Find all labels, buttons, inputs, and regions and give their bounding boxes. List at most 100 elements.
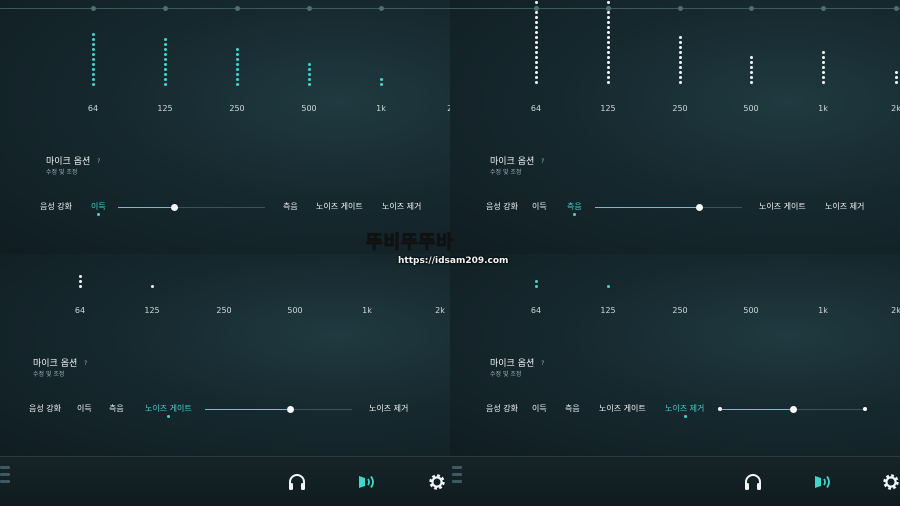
eq-level-bar <box>535 1 538 86</box>
mode-noise-removal[interactable]: 노이즈 제거 <box>382 201 421 212</box>
level-slider-knob[interactable] <box>789 406 797 413</box>
frequency-label: 2k <box>435 306 445 315</box>
frequency-label: 64 <box>74 306 86 315</box>
eq-level-bar <box>607 285 610 290</box>
mode-sidetone[interactable]: 측음 <box>565 403 580 414</box>
eq-level-bar <box>92 33 95 88</box>
mode-noise-removal[interactable]: 노이즈 제거 <box>369 403 408 414</box>
watermark: 뚜비뚜뚜바 https://idsam209.com <box>360 228 540 276</box>
mode-noise-gate[interactable]: 노이즈 게이트 <box>145 403 192 418</box>
frequency-label: 2k <box>891 306 900 315</box>
headphones-icon[interactable] <box>286 471 308 493</box>
menu-handle-icon[interactable] <box>452 466 462 487</box>
frequency-label: 125 <box>144 306 160 315</box>
mode-voice-enhance[interactable]: 음성 강화 <box>486 201 518 212</box>
eq-level-bar <box>679 36 682 86</box>
microphone-waves-icon[interactable] <box>356 471 378 493</box>
mode-sidetone[interactable]: 측음 <box>109 403 124 414</box>
eq-band-marker <box>678 6 683 11</box>
frequency-label: 1k <box>818 104 828 113</box>
mic-options-title: 마이크 옵션? <box>46 154 103 167</box>
mode-voice-enhance[interactable]: 음성 강화 <box>486 403 518 414</box>
help-icon[interactable]: ? <box>81 359 90 368</box>
frequency-label: 2k <box>891 104 900 113</box>
mic-options-title: 마이크 옵션? <box>490 356 547 369</box>
mode-sidetone[interactable]: 측음 <box>283 201 298 212</box>
mode-gain[interactable]: 이득 <box>77 403 92 414</box>
level-slider-fill <box>595 207 700 208</box>
help-icon[interactable]: ? <box>538 359 547 368</box>
level-slider-fill <box>118 207 174 208</box>
help-icon[interactable]: ? <box>94 157 103 166</box>
eq-band-marker <box>307 6 312 11</box>
mode-sidetone[interactable]: 측음 <box>567 201 582 216</box>
eq-band-marker <box>821 6 826 11</box>
eq-level-bar <box>308 63 311 88</box>
frequency-label: 64 <box>87 104 99 113</box>
mic-options-title: 마이크 옵션? <box>33 356 90 369</box>
microphone-waves-icon[interactable] <box>812 471 834 493</box>
eq-level-bar <box>164 38 167 88</box>
eq-band-marker <box>91 6 96 11</box>
frequency-label: 500 <box>743 104 759 113</box>
eq-level-bar <box>822 51 825 86</box>
active-indicator <box>167 415 171 418</box>
eq-level-bar <box>380 78 383 88</box>
level-slider-knob[interactable] <box>287 406 295 413</box>
mic-options-subtitle: 수정 및 조정 <box>490 371 522 378</box>
bottom-nav-bar <box>0 456 900 506</box>
eq-band-marker <box>379 6 384 11</box>
frequency-label: 500 <box>743 306 759 315</box>
eq-band-marker <box>749 6 754 11</box>
eq-level-bar <box>750 56 753 86</box>
menu-handle-icon[interactable] <box>0 466 10 487</box>
mode-noise-removal[interactable]: 노이즈 제거 <box>825 201 864 212</box>
frequency-label: 500 <box>301 104 317 113</box>
active-indicator <box>683 415 687 418</box>
panel-sidetone: 64 125 250 500 1k 2k 마이크 옵션? 수정 및 조정 음성 강화 이득 측… <box>450 0 900 254</box>
mode-noise-gate[interactable]: 노이즈 게이트 <box>316 201 363 212</box>
eq-level-bar <box>535 280 538 290</box>
gear-icon[interactable] <box>426 471 448 493</box>
watermark-logo: 뚜비뚜뚜바 <box>366 232 454 254</box>
level-slider-knob[interactable] <box>170 204 178 211</box>
mic-options-subtitle: 수정 및 조정 <box>33 371 65 378</box>
frequency-label: 1k <box>376 104 386 113</box>
eq-top-line <box>450 8 900 9</box>
active-indicator <box>573 213 577 216</box>
mode-noise-gate[interactable]: 노이즈 게이트 <box>599 403 646 414</box>
gear-icon[interactable] <box>880 471 900 493</box>
frequency-label: 250 <box>229 104 245 113</box>
mode-gain[interactable]: 이득 <box>532 403 547 414</box>
help-icon[interactable]: ? <box>538 157 547 166</box>
eq-level-bar <box>895 71 898 86</box>
eq-level-bar <box>151 285 154 290</box>
headphones-icon[interactable] <box>742 471 764 493</box>
frequency-label: 125 <box>600 306 616 315</box>
frequency-label: 250 <box>216 306 232 315</box>
mode-gain[interactable]: 이득 <box>532 201 547 212</box>
slider-endpoint <box>718 407 722 411</box>
level-slider-knob[interactable] <box>696 204 704 211</box>
mic-options-title: 마이크 옵션? <box>490 154 547 167</box>
panel-noise-gate: 64 125 250 500 1k 2k 마이크 옵션? 수정 및 조정 음성 강화 이득 측… <box>0 254 450 456</box>
watermark-url: https://idsam209.com <box>398 256 509 266</box>
eq-level-bar <box>79 275 82 290</box>
slider-endpoint <box>863 407 867 411</box>
eq-band-marker <box>894 6 899 11</box>
frequency-label: 1k <box>818 306 828 315</box>
eq-band-marker <box>235 6 240 11</box>
mode-gain[interactable]: 이득 <box>91 201 106 216</box>
eq-level-bar <box>607 0 610 86</box>
mode-noise-gate[interactable]: 노이즈 게이트 <box>759 201 806 212</box>
level-slider-fill <box>720 409 793 410</box>
panel-gain: 641252505001k2k 마이크 옵션? 수정 및 조정 음성 강화이득측… <box>0 0 450 254</box>
mode-noise-removal[interactable]: 노이즈 제거 <box>665 403 704 418</box>
mic-options-subtitle: 수정 및 조정 <box>490 169 522 176</box>
frequency-label: 125 <box>600 104 616 113</box>
mode-voice-enhance[interactable]: 음성 강화 <box>40 201 72 212</box>
frequency-label: 500 <box>287 306 303 315</box>
mode-voice-enhance[interactable]: 음성 강화 <box>29 403 61 414</box>
active-indicator <box>97 213 101 216</box>
eq-band-marker <box>606 6 611 11</box>
